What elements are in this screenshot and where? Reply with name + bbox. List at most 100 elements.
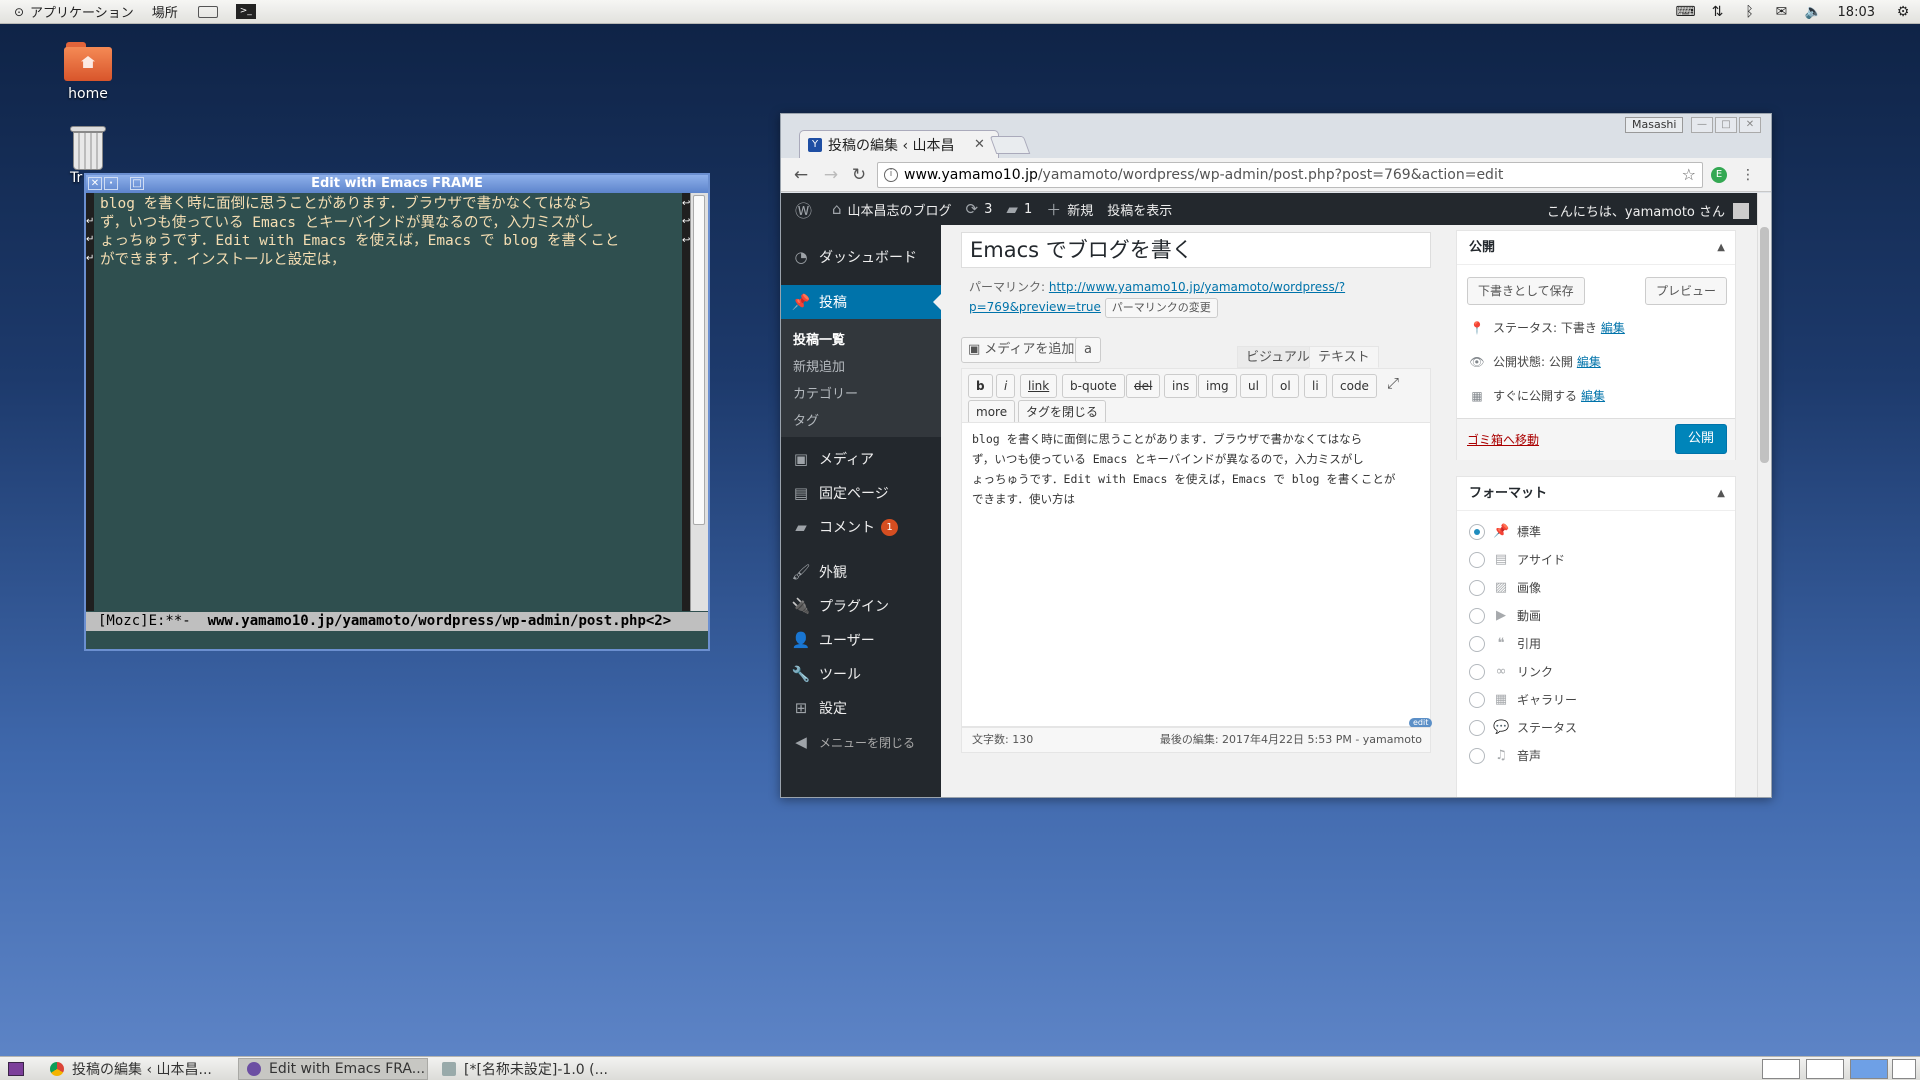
star-icon[interactable]: ☆ [1682, 163, 1696, 187]
updates-link[interactable]: ⟳ 3 [966, 200, 993, 218]
emacs-window[interactable]: ✕ · □ Edit with Emacs FRAME ↵ ↵ ↵ blog を… [84, 173, 710, 651]
format-box-title[interactable]: フォーマット ▲ [1457, 477, 1735, 511]
publish-button[interactable]: 公開 [1675, 424, 1727, 454]
format-option-video[interactable]: ▶ 動画 [1469, 607, 1541, 624]
emacs-buffer-text[interactable]: blog を書く時に面倒に思うことがあります．ブラウザで書かなくてはなら ず，いつ… [94, 195, 676, 605]
sidebar-item-comments[interactable]: ▰ コメント 1 [781, 510, 941, 544]
permalink-url-line2[interactable]: p=769&preview=true [969, 300, 1101, 314]
qt-button-ins[interactable]: ins [1164, 374, 1198, 398]
qt-button-del[interactable]: del [1126, 374, 1161, 398]
save-draft-button[interactable]: 下書きとして保存 [1467, 277, 1585, 305]
workspace-2[interactable] [1806, 1059, 1844, 1079]
submenu-categories[interactable]: カテゴリー [793, 383, 858, 402]
emacs-titlebar[interactable]: ✕ · □ Edit with Emacs FRAME [86, 175, 708, 193]
emacs-close-button[interactable]: ✕ [88, 177, 102, 190]
preview-button[interactable]: プレビュー [1645, 277, 1728, 305]
format-option-standard[interactable]: 📌 標準 [1469, 523, 1541, 540]
qt-button-more[interactable]: more [968, 400, 1016, 424]
radio-button[interactable] [1469, 691, 1485, 708]
format-option-gallery[interactable]: ▦ ギャラリー [1469, 691, 1577, 708]
site-name-link[interactable]: ⌂ 山本昌志のブログ [832, 200, 952, 219]
new-content-link[interactable]: ＋ 新規 [1046, 199, 1093, 220]
info-icon[interactable]: i [884, 168, 898, 182]
submenu-add-new[interactable]: 新規追加 [793, 356, 845, 375]
show-desktop-button[interactable] [8, 1062, 24, 1076]
sidebar-item-pages[interactable]: ▤ 固定ページ [781, 476, 941, 510]
emacs-scrollbar[interactable] [690, 193, 708, 611]
radio-button[interactable] [1469, 635, 1485, 652]
emacs-minimize-button[interactable]: · [104, 177, 118, 190]
amazon-button[interactable]: a [1075, 337, 1101, 363]
kebab-menu-icon[interactable]: ⋮ [1741, 167, 1755, 183]
new-tab-button[interactable] [989, 136, 1031, 154]
reload-icon[interactable]: ↻ [849, 165, 869, 185]
format-option-status[interactable]: 💬 ステータス [1469, 719, 1577, 736]
add-media-button[interactable]: ▣ メディアを追加 [961, 337, 1084, 363]
radio-button[interactable] [1469, 663, 1485, 680]
radio-button[interactable] [1469, 747, 1485, 764]
format-option-aside[interactable]: ▤ アサイド [1469, 551, 1565, 568]
emacs-maximize-button[interactable]: □ [130, 177, 144, 190]
move-to-trash-link[interactable]: ゴミ箱へ移動 [1467, 431, 1539, 448]
submenu-tags[interactable]: タグ [793, 410, 819, 429]
permalink-url-line1[interactable]: http://www.yamamo10.jp/yamamoto/wordpres… [1049, 280, 1345, 294]
qt-button-code[interactable]: code [1332, 374, 1377, 398]
collapse-up-icon[interactable]: ▲ [1717, 477, 1725, 511]
radio-button[interactable] [1469, 607, 1485, 624]
qt-button-close-tags[interactable]: タグを閉じる [1018, 400, 1107, 424]
edit-schedule-link[interactable]: 編集 [1581, 387, 1605, 404]
launcher-terminal[interactable]: >_ [232, 0, 256, 24]
taskbar-item-image-editor[interactable]: [*[名称未設定]-1.0 (... [434, 1058, 624, 1080]
applications-menu[interactable]: ⊙ アプリケーション [8, 0, 134, 24]
workspace-3[interactable] [1850, 1059, 1888, 1079]
radio-button[interactable] [1469, 551, 1485, 568]
address-bar[interactable]: i www.yamamo10.jp/yamamoto/wordpress/wp-… [877, 162, 1703, 188]
format-option-audio[interactable]: ♫ 音声 [1469, 747, 1541, 764]
taskbar-item-emacs[interactable]: Edit with Emacs FRA... [238, 1058, 428, 1080]
emacs-scrollbar-thumb[interactable] [693, 195, 705, 525]
format-option-link[interactable]: ∞ リンク [1469, 663, 1553, 680]
back-arrow-icon[interactable]: ← [791, 165, 811, 185]
emacs-minibuffer[interactable] [86, 631, 708, 649]
chrome-close-button[interactable]: ✕ [1739, 117, 1761, 133]
post-title-input[interactable]: Emacs でブログを書く [961, 232, 1431, 268]
sidebar-item-dashboard[interactable]: ◔ ダッシュボード [781, 240, 941, 274]
sidebar-item-media[interactable]: ▣ メディア [781, 442, 941, 476]
clock[interactable]: 18:03 [1838, 5, 1875, 20]
post-content-textarea[interactable]: blog を書く時に面倒に思うことがあります．ブラウザで書かなくてはなら ず，いつ… [961, 422, 1431, 727]
workspace-1[interactable] [1762, 1059, 1800, 1079]
workspace-4[interactable] [1892, 1059, 1916, 1079]
mail-icon[interactable]: ✉ [1775, 4, 1789, 20]
forward-arrow-icon[interactable]: → [821, 165, 841, 185]
sidebar-item-settings[interactable]: ⊞ 設定 [781, 691, 941, 725]
tab-visual[interactable]: ビジュアル [1237, 346, 1319, 368]
change-permalink-button[interactable]: パーマリンクの変更 [1104, 297, 1218, 318]
wp-logo-icon[interactable]: Ⓦ [795, 197, 818, 222]
sidebar-item-plugins[interactable]: 🔌 プラグイン [781, 589, 941, 623]
qt-button-img[interactable]: img [1198, 374, 1237, 398]
edit-visibility-link[interactable]: 編集 [1577, 353, 1601, 370]
network-icon[interactable]: ⇅ [1711, 4, 1725, 20]
sidebar-item-appearance[interactable]: 🖌 外観 [781, 555, 941, 589]
page-scrollbar-thumb[interactable] [1760, 227, 1769, 463]
volume-icon[interactable]: 🔈 [1805, 4, 1822, 20]
collapse-menu-button[interactable]: ◀ メニューを閉じる [781, 725, 941, 759]
qt-button-ul[interactable]: ul [1240, 374, 1267, 398]
account-menu[interactable]: こんにちは、yamamoto さん [1547, 201, 1749, 220]
bluetooth-icon[interactable]: ᛒ [1743, 4, 1757, 20]
qt-button-italic[interactable]: i [996, 374, 1016, 398]
comments-link[interactable]: ▰ 1 [1006, 200, 1032, 218]
qt-button-ol[interactable]: ol [1272, 374, 1299, 398]
places-menu[interactable]: 場所 [148, 0, 178, 24]
format-option-quote[interactable]: ❝ 引用 [1469, 635, 1541, 652]
sidebar-item-posts[interactable]: 📌 投稿 [781, 285, 941, 319]
sidebar-item-users[interactable]: 👤 ユーザー [781, 623, 941, 657]
qt-button-bold[interactable]: b [968, 374, 993, 398]
view-post-link[interactable]: 投稿を表示 [1107, 200, 1172, 219]
page-scrollbar[interactable] [1757, 193, 1771, 797]
radio-button[interactable] [1469, 579, 1485, 596]
radio-button[interactable] [1469, 719, 1485, 736]
extension-icon[interactable]: E [1711, 167, 1727, 183]
edit-status-link[interactable]: 編集 [1601, 319, 1625, 336]
chrome-tab-active[interactable]: Y 投稿の編集 ‹ 山本昌 ✕ [799, 130, 999, 158]
